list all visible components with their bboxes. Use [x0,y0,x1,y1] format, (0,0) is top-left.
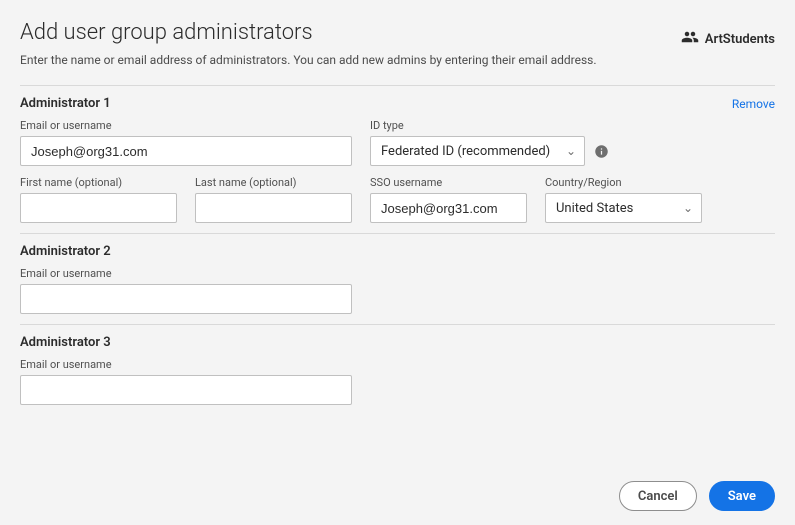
users-icon [681,28,699,50]
dialog-title: Add user group administrators [20,20,313,45]
group-badge: ArtStudents [681,28,775,50]
group-name: ArtStudents [705,32,775,47]
cancel-button[interactable]: Cancel [619,481,697,511]
email-label-2: Email or username [20,267,352,280]
info-icon[interactable] [593,143,609,159]
first-name-label: First name (optional) [20,176,177,189]
email-label-3: Email or username [20,358,352,371]
last-name-label: Last name (optional) [195,176,352,189]
country-value: United States [556,201,633,216]
admin-1-last-name-input[interactable] [195,193,352,223]
sso-label: SSO username [370,176,527,189]
chevron-down-icon: ⌄ [566,144,576,158]
admin-1-country-select[interactable]: United States ⌄ [545,193,702,223]
id-type-value: Federated ID (recommended) [381,144,550,159]
admin-1-sso-input[interactable] [370,193,527,223]
admin-2-title: Administrator 2 [20,244,111,259]
admin-section-1: Administrator 1 Remove Email or username… [20,85,775,223]
dialog-header: Add user group administrators ArtStudent… [20,20,775,53]
admin-1-id-type-select[interactable]: Federated ID (recommended) ⌄ [370,136,585,166]
remove-admin-1-link[interactable]: Remove [732,97,775,111]
country-label: Country/Region [545,176,702,189]
dialog-subtitle: Enter the name or email address of admin… [20,53,775,67]
admin-section-2: Administrator 2 Email or username [20,233,775,314]
email-label: Email or username [20,119,352,132]
admin-3-email-input[interactable] [20,375,352,405]
add-admin-dialog: Add user group administrators ArtStudent… [0,0,795,405]
admin-1-email-input[interactable] [20,136,352,166]
admin-section-3: Administrator 3 Email or username [20,324,775,405]
id-type-label: ID type [370,119,775,132]
save-button[interactable]: Save [709,481,775,511]
admin-1-first-name-input[interactable] [20,193,177,223]
dialog-footer: Cancel Save [619,481,775,511]
admin-3-title: Administrator 3 [20,335,111,350]
chevron-down-icon: ⌄ [683,201,693,215]
admin-1-title: Administrator 1 [20,96,111,111]
admin-2-email-input[interactable] [20,284,352,314]
